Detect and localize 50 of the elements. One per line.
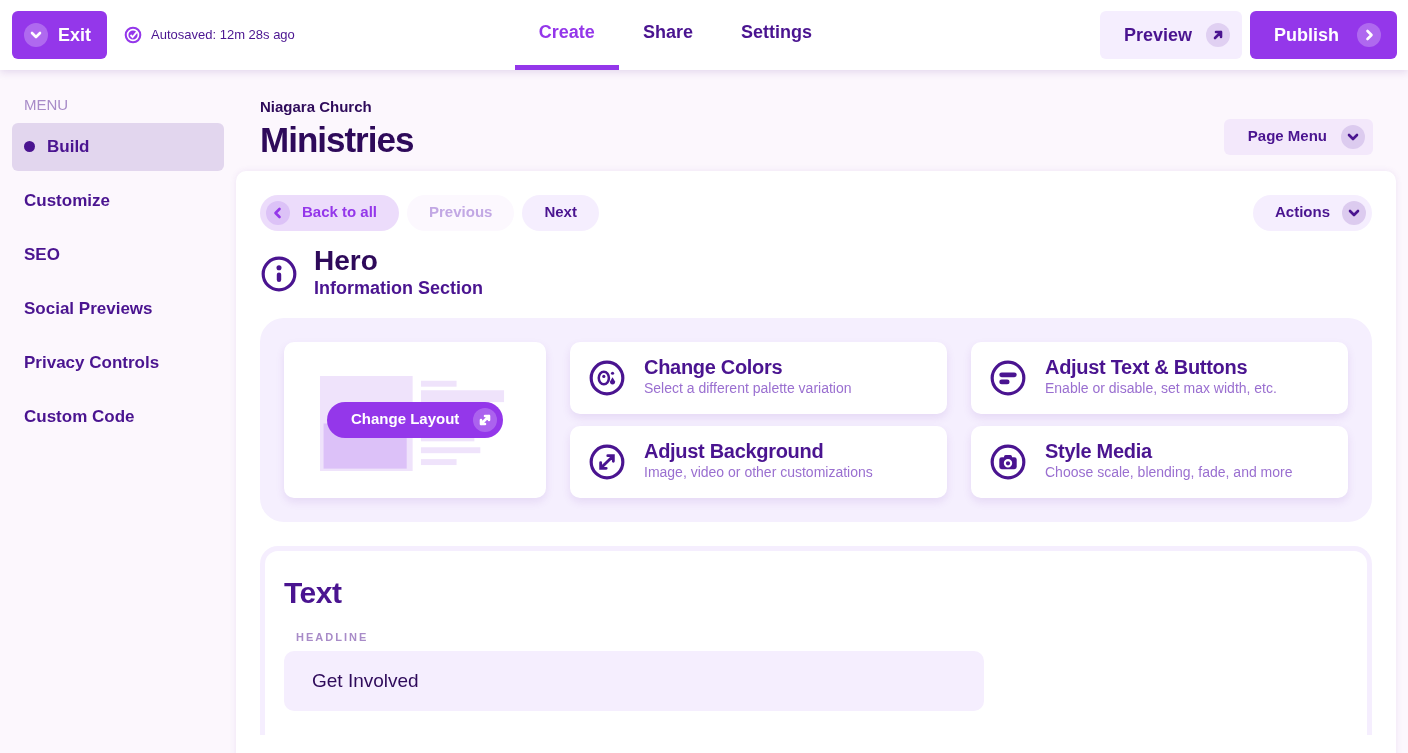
- option-description: Enable or disable, set max width, etc.: [1045, 379, 1277, 398]
- chevron-left-icon: [266, 200, 290, 225]
- text-lines-icon: [989, 358, 1027, 397]
- actions-button[interactable]: Actions: [1253, 194, 1372, 231]
- option-title: Change Colors: [644, 356, 784, 378]
- option-description: Choose scale, blending, fade, and more: [1045, 463, 1293, 482]
- section-subtitle: Information Section: [314, 276, 483, 300]
- expand-icon: [588, 442, 626, 481]
- chevron-down-icon: [1342, 200, 1366, 225]
- field-label: HEADLINE: [296, 629, 370, 645]
- chevron-down-icon: [24, 23, 48, 47]
- page-title: Ministries: [260, 118, 414, 161]
- autosave-status: Autosaved: 12m 28s ago: [151, 26, 295, 45]
- check-circle-icon: [123, 25, 143, 45]
- nav-tab[interactable]: Create: [514, 0, 619, 70]
- page-menu-button[interactable]: Page Menu: [1223, 118, 1373, 155]
- sidebar-item[interactable]: SEO: [12, 230, 224, 279]
- publish-button[interactable]: Publish: [1250, 11, 1397, 59]
- option-title: Adjust Background: [644, 440, 825, 462]
- sidebar-item[interactable]: Custom Code: [12, 392, 224, 441]
- info-icon: [260, 255, 298, 293]
- option-title: Adjust Text & Buttons: [1045, 356, 1249, 378]
- text-input[interactable]: Get Involved: [284, 651, 984, 711]
- preview-button[interactable]: Preview: [1099, 11, 1242, 59]
- camera-icon: [989, 442, 1027, 481]
- nav-tab[interactable]: Settings: [716, 0, 836, 70]
- sidebar-item[interactable]: Customize: [12, 176, 224, 225]
- sidebar-item[interactable]: Build: [12, 122, 224, 171]
- option-card[interactable]: Style Media Choose scale, blending, fade, and more: [971, 425, 1348, 498]
- back-button[interactable]: Back to all: [260, 194, 400, 231]
- option-card[interactable]: Adjust Background Image, video or other customizations: [570, 425, 947, 498]
- change-layout-button[interactable]: Change Layout: [327, 401, 504, 438]
- sidebar-item[interactable]: Social Previews: [12, 284, 224, 333]
- site-name: Niagara Church: [260, 97, 373, 117]
- sidebar-item[interactable]: Privacy Controls: [12, 338, 224, 387]
- chevron-right-icon: [1357, 23, 1381, 47]
- option-description: Select a different palette variation: [644, 379, 852, 398]
- option-card[interactable]: Adjust Text & Buttons Enable or disable, set max width, etc.: [971, 341, 1348, 414]
- menu-heading: MENU: [23, 95, 70, 115]
- panel-title: Text: [284, 574, 343, 611]
- option-description: Image, video or other customizations: [644, 463, 873, 482]
- nav-tab[interactable]: Share: [618, 0, 717, 70]
- section-title: Hero: [314, 246, 379, 275]
- option-card[interactable]: Change Colors Select a different palette variation: [570, 341, 947, 414]
- palette-icon: [588, 358, 626, 397]
- expand-icon: [473, 407, 498, 432]
- exit-button[interactable]: Exit: [12, 11, 107, 59]
- option-title: Style Media: [1045, 440, 1154, 462]
- nav-button[interactable]: Next: [522, 194, 599, 231]
- chevron-down-icon: [1341, 124, 1365, 149]
